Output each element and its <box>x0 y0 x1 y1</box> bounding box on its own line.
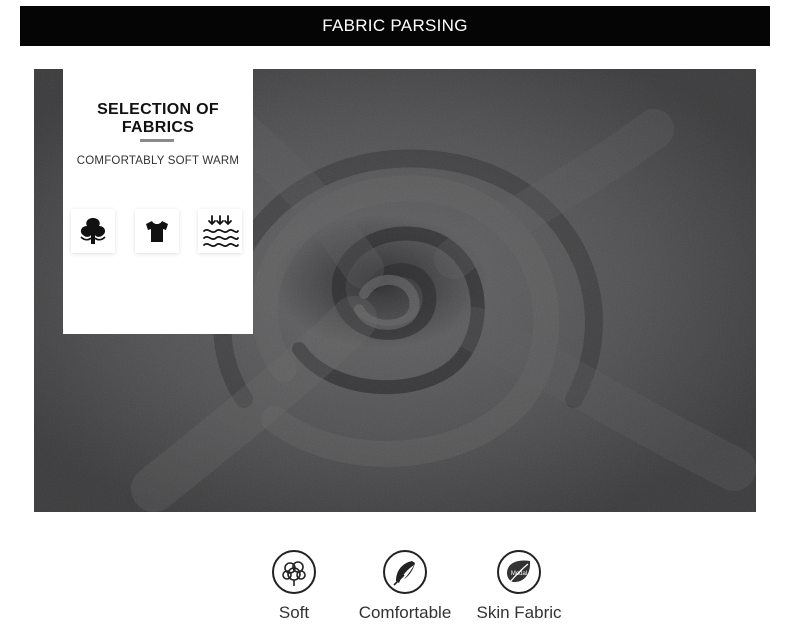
feature-skin-fabric: Modal Skin Fabric <box>454 549 584 623</box>
fabric-selection-panel: SELECTION OF FABRICS COMFORTABLY SOFT WA… <box>63 69 253 334</box>
divider <box>140 139 174 142</box>
feature-label-comfortable: Comfortable <box>358 603 452 622</box>
page-title: FABRIC PARSING <box>322 16 468 35</box>
feature-label-skin-fabric: Skin Fabric <box>476 603 562 622</box>
panel-subtitle: COMFORTABLY SOFT WARM <box>76 155 240 167</box>
feather-icon <box>382 549 428 595</box>
panel-title: SELECTION OF FABRICS <box>97 101 219 136</box>
tree-icon <box>71 209 115 253</box>
cotton-icon <box>271 549 317 595</box>
feature-comfortable: Comfortable <box>340 549 470 623</box>
leaf-icon-text: Modal <box>511 571 527 577</box>
water-wave-icon <box>198 209 242 253</box>
leaf-icon: Modal <box>496 549 542 595</box>
header-bar: FABRIC PARSING <box>20 6 770 46</box>
tshirt-icon <box>135 209 179 253</box>
